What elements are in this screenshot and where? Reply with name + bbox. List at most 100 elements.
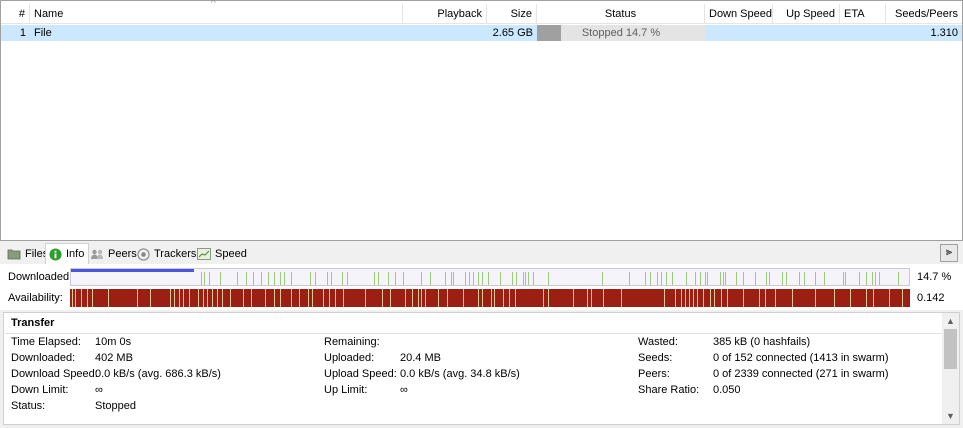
availability-piece	[759, 289, 760, 307]
downloaded-piece	[388, 272, 389, 285]
availability-piece	[72, 289, 73, 307]
down-limit-label: Down Limit:	[11, 384, 69, 396]
availability-piece	[714, 289, 715, 307]
col-header-down-speed[interactable]: Down Speed	[705, 4, 773, 24]
downloaded-piece	[700, 272, 701, 285]
downloaded-piece	[201, 272, 202, 285]
col-header-name[interactable]: Name	[30, 4, 403, 24]
downloaded-amount-value: 402 MB	[95, 352, 133, 364]
tab-trackers[interactable]: Trackers	[134, 244, 200, 264]
availability-piece	[515, 289, 516, 307]
scroll-up-icon[interactable]: ▲	[942, 313, 959, 329]
col-header-up-speed[interactable]: Up Speed	[773, 4, 840, 24]
availability-piece	[689, 289, 690, 307]
downloaded-piece	[378, 272, 379, 285]
seeds-label: Seeds:	[638, 352, 673, 364]
availability-piece	[265, 289, 266, 307]
downloaded-piece	[707, 272, 708, 285]
availability-piece	[482, 289, 483, 307]
col-header-status[interactable]: Status	[537, 4, 705, 24]
collapse-panel-button[interactable]: ⫸	[940, 244, 958, 262]
availability-piece	[889, 289, 890, 307]
downloaded-piece	[274, 272, 275, 285]
tab-trackers-label: Trackers	[154, 248, 197, 260]
col-header-eta[interactable]: ETA	[840, 4, 886, 24]
col-header-size[interactable]: Size	[487, 4, 537, 24]
uploaded-label: Uploaded:	[324, 352, 375, 364]
downloaded-piece	[284, 272, 285, 285]
downloaded-piece	[766, 272, 767, 285]
availability-piece	[664, 289, 665, 307]
downloaded-piece	[445, 272, 446, 285]
downloaded-piece	[331, 272, 332, 285]
scroll-down-icon[interactable]: ▼	[942, 408, 959, 424]
downloaded-piece	[720, 272, 721, 285]
downloaded-piece	[246, 272, 247, 285]
downloaded-percent: 14.7 %	[917, 271, 952, 283]
transfer-divider	[5, 333, 943, 334]
availability-piece	[675, 289, 676, 307]
availability-piece	[183, 289, 184, 307]
remaining-label: Remaining:	[324, 336, 380, 348]
downloaded-piece	[403, 272, 404, 285]
availability-piece	[703, 289, 704, 307]
availability-piece	[425, 289, 426, 307]
downloaded-pieces-bar	[70, 268, 910, 286]
col-header-playback[interactable]: Playback	[403, 4, 487, 24]
availability-piece	[693, 289, 694, 307]
tab-peers[interactable]: Peers	[87, 244, 141, 264]
availability-piece	[721, 289, 722, 307]
tab-info[interactable]: Info	[45, 243, 90, 264]
uploaded-value: 20.4 MB	[400, 352, 441, 364]
availability-piece	[212, 289, 213, 307]
downloaded-piece	[723, 272, 724, 285]
downloaded-piece	[602, 272, 603, 285]
up-limit-value: ∞	[400, 384, 408, 396]
row-up-speed	[773, 25, 840, 41]
sort-ascending-icon: ^	[211, 0, 216, 9]
availability-piece	[447, 289, 448, 307]
transfer-panel: Transfer Time Elapsed: 10m 0s Downloaded…	[3, 312, 960, 425]
downloaded-piece	[374, 272, 375, 285]
availability-piece	[217, 289, 218, 307]
col-header-num[interactable]: #	[1, 4, 30, 24]
availability-piece	[743, 289, 744, 307]
detail-tabbar: Files Info Peers Trackers Speed ⫸	[0, 242, 963, 264]
downloaded-piece	[421, 272, 422, 285]
col-header-seeds-peers[interactable]: Seeds/Peers	[886, 4, 962, 24]
availability-piece	[775, 289, 776, 307]
downloaded-piece	[725, 272, 726, 285]
downloaded-piece	[845, 272, 846, 285]
transfer-scrollbar[interactable]: ▲ ▼	[942, 313, 959, 424]
downloaded-piece	[253, 272, 254, 285]
availability-piece	[203, 289, 204, 307]
availability-piece	[92, 289, 93, 307]
scrollbar-thumb[interactable]	[944, 329, 957, 369]
availability-piece	[329, 289, 330, 307]
folder-icon	[7, 249, 21, 260]
torrent-row[interactable]: 1 File 2.65 GB Stopped 14.7 % 1.310	[1, 25, 962, 41]
downloaded-piece	[657, 272, 658, 285]
tab-speed-label: Speed	[215, 248, 247, 260]
availability-piece	[280, 289, 281, 307]
availability-value: 0.142	[917, 292, 945, 304]
graph-icon	[197, 248, 211, 260]
download-speed-value: 0.0 kB/s (avg. 686.3 kB/s)	[95, 368, 221, 380]
availability-piece	[170, 289, 171, 307]
downloaded-piece	[736, 272, 737, 285]
downloaded-piece	[695, 272, 696, 285]
downloaded-piece	[898, 272, 899, 285]
list-header: # Name ^ Playback Size Status Down Speed…	[1, 0, 962, 24]
tracker-icon	[137, 247, 150, 261]
row-size: 2.65 GB	[492, 27, 533, 39]
torrent-list[interactable]: # Name ^ Playback Size Status Down Speed…	[0, 0, 963, 241]
availability-piece	[312, 289, 313, 307]
availability-piece	[491, 289, 492, 307]
availability-piece	[343, 289, 344, 307]
downloaded-piece	[478, 272, 479, 285]
tab-speed[interactable]: Speed	[194, 244, 251, 264]
downloaded-piece	[342, 272, 343, 285]
downloaded-piece	[705, 272, 706, 285]
downloaded-piece	[533, 272, 534, 285]
availability-piece	[179, 289, 180, 307]
